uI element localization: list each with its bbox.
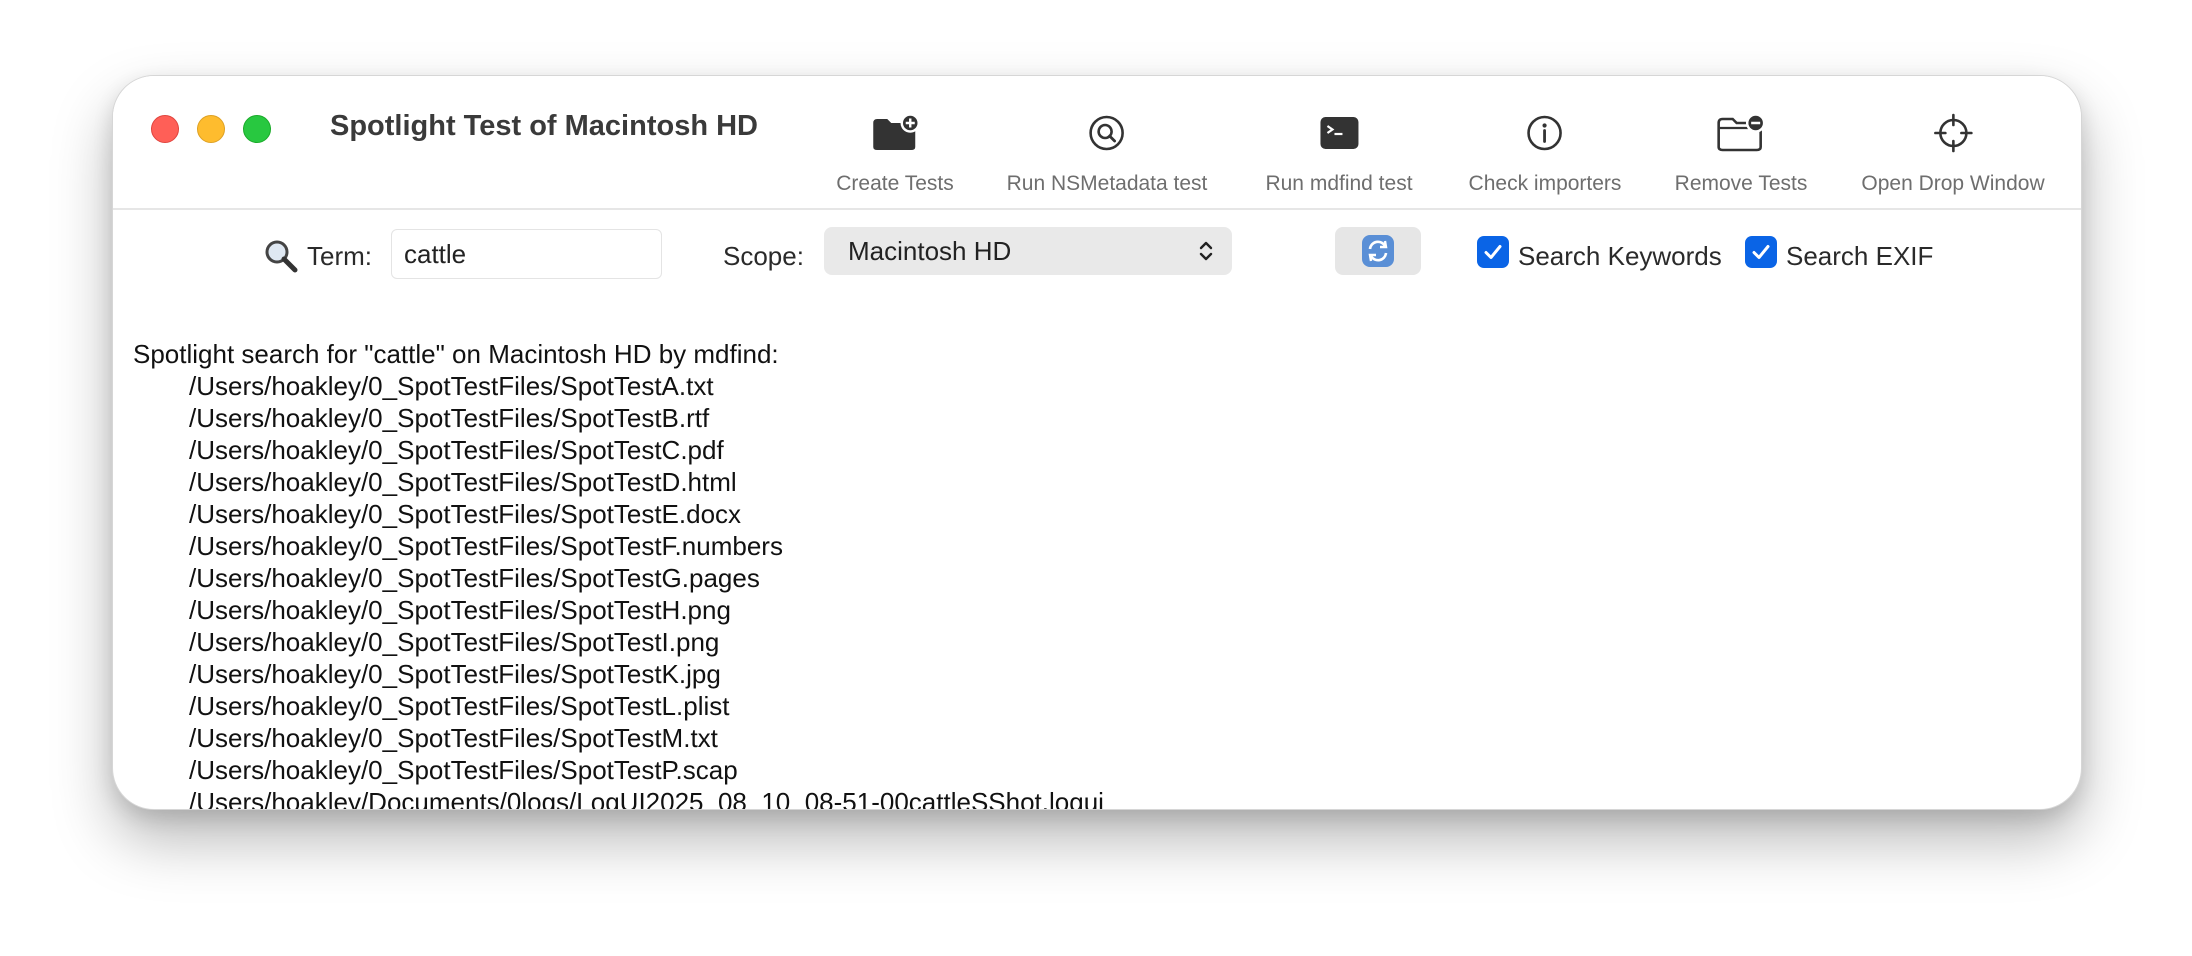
result-path: /Users/hoakley/0_SpotTestFiles/SpotTestB… [189, 403, 710, 433]
scope-select[interactable]: Macintosh HD [824, 227, 1232, 275]
results-header: Spotlight search for "cattle" on Macinto… [133, 339, 779, 369]
run-mdfind-test-button[interactable]: Run mdfind test [1265, 102, 1413, 196]
result-path: /Users/hoakley/0_SpotTestFiles/SpotTestG… [189, 563, 760, 593]
result-path: /Users/hoakley/0_SpotTestFiles/SpotTestE… [189, 499, 742, 529]
magnifier-circle-icon [1089, 115, 1125, 151]
search-keywords-label: Search Keywords [1518, 241, 1722, 271]
check-importers-button[interactable]: Check importers [1468, 102, 1622, 196]
results-text-view[interactable]: Spotlight search for "cattle" on Macinto… [133, 338, 1104, 810]
toolbar: Spotlight Test of Macintosh HD Create Te… [113, 76, 2081, 210]
search-controls: Term: Scope: Macintosh HD Search K [113, 208, 2081, 298]
run-nsmetadata-test-button[interactable]: Run NSMetadata test [1006, 102, 1208, 196]
chevron-up-down-icon [1199, 241, 1213, 261]
result-path: /Users/hoakley/Documents/0logs/LogUI2025… [189, 787, 1104, 810]
result-path: /Users/hoakley/0_SpotTestFiles/SpotTestI… [189, 627, 720, 657]
open-drop-window-button[interactable]: Open Drop Window [1861, 102, 2045, 196]
checkmark-icon [1484, 245, 1502, 259]
term-input[interactable] [391, 229, 662, 279]
scope-label: Scope: [723, 241, 804, 271]
minimize-window-button[interactable] [197, 115, 225, 143]
folder-minus-icon [1717, 113, 1766, 152]
search-keywords-checkbox[interactable] [1477, 236, 1509, 268]
result-path: /Users/hoakley/0_SpotTestFiles/SpotTestA… [189, 371, 714, 401]
create-tests-label: Create Tests [836, 172, 954, 195]
result-path: /Users/hoakley/0_SpotTestFiles/SpotTestK… [189, 659, 721, 689]
search-exif-checkbox[interactable] [1745, 236, 1777, 268]
result-path: /Users/hoakley/0_SpotTestFiles/SpotTestC… [189, 435, 724, 465]
remove-tests-button[interactable]: Remove Tests [1674, 102, 1808, 196]
terminal-icon [1319, 117, 1358, 149]
result-path: /Users/hoakley/0_SpotTestFiles/SpotTestM… [189, 723, 718, 753]
search-exif-label: Search EXIF [1786, 241, 1934, 271]
check-importers-label: Check importers [1468, 172, 1622, 195]
create-tests-button[interactable]: Create Tests [836, 102, 954, 196]
open-drop-window-label: Open Drop Window [1861, 172, 2045, 195]
result-path: /Users/hoakley/0_SpotTestFiles/SpotTestF… [189, 531, 783, 561]
result-path: /Users/hoakley/0_SpotTestFiles/SpotTestL… [189, 691, 730, 721]
zoom-window-button[interactable] [243, 115, 271, 143]
window-title: Spotlight Test of Macintosh HD [330, 110, 758, 142]
scope-value: Macintosh HD [848, 235, 1012, 266]
folder-plus-icon [873, 113, 920, 150]
result-path: /Users/hoakley/0_SpotTestFiles/SpotTestP… [189, 755, 738, 785]
term-label: Term: [307, 241, 372, 271]
info-icon [1527, 115, 1563, 151]
run-nsmetadata-test-label: Run NSMetadata test [1006, 172, 1208, 195]
close-window-button[interactable] [151, 115, 179, 143]
magnifying-glass-icon [265, 240, 298, 273]
remove-tests-label: Remove Tests [1674, 172, 1808, 195]
result-path: /Users/hoakley/0_SpotTestFiles/SpotTestD… [189, 467, 737, 497]
refresh-icon [1362, 235, 1394, 267]
checkmark-icon [1752, 245, 1770, 259]
refresh-button[interactable] [1335, 227, 1421, 275]
results-path-list: /Users/hoakley/0_SpotTestFiles/SpotTestA… [133, 370, 1104, 810]
app-window: Spotlight Test of Macintosh HD Create Te… [112, 75, 2082, 810]
result-path: /Users/hoakley/0_SpotTestFiles/SpotTestH… [189, 595, 731, 625]
run-mdfind-test-label: Run mdfind test [1265, 172, 1413, 195]
crosshair-icon [1933, 113, 1973, 153]
